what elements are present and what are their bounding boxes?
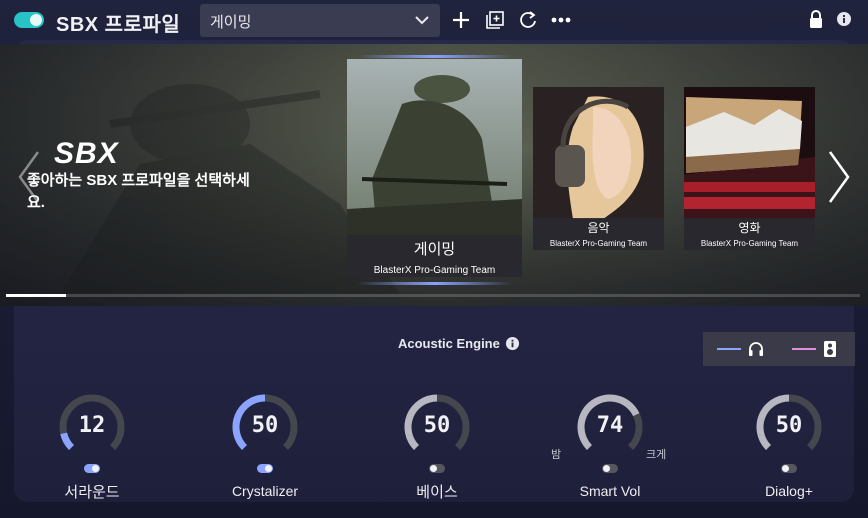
card-subtitle: BlasterX Pro-Gaming Team: [700, 239, 799, 248]
card-subtitle: BlasterX Pro-Gaming Team: [373, 265, 496, 276]
movie-card-caption: 영화 BlasterX Pro-Gaming Team: [684, 218, 815, 250]
carousel-progress-track: [6, 294, 860, 297]
chevron-down-icon: [414, 12, 430, 28]
music-card-caption: 음악 BlasterX Pro-Gaming Team: [533, 218, 664, 250]
dialog-plus-label: Dialog+: [765, 483, 813, 499]
knob-value: 50: [251, 413, 279, 438]
knob-crystalizer[interactable]: 50: [230, 392, 300, 462]
card-subtitle: BlasterX Pro-Gaming Team: [549, 239, 648, 248]
toggle-knob: [265, 465, 272, 472]
reset-profile-icon[interactable]: [517, 9, 539, 31]
smart-vol-toggle[interactable]: [602, 464, 618, 473]
acoustic-info-icon[interactable]: [505, 336, 520, 351]
surround-toggle[interactable]: [84, 464, 100, 473]
more-options-icon[interactable]: [550, 9, 572, 31]
duplicate-profile-icon[interactable]: [484, 9, 506, 31]
crystalizer-label: Crystalizer: [231, 483, 299, 499]
carousel-prev-arrow-icon[interactable]: [16, 150, 44, 204]
gaming-card-caption: 게이밍 BlasterX Pro-Gaming Team: [347, 235, 522, 277]
smart-vol-night-label: 밤: [551, 449, 562, 461]
headphones-icon: [747, 340, 765, 358]
speaker-icon: [823, 340, 837, 358]
bass-toggle[interactable]: [429, 464, 445, 473]
top-bar: SBX 프로파일 게이밍: [0, 0, 868, 42]
carousel-progress-fill: [6, 294, 66, 297]
knob-value: 74: [596, 413, 624, 438]
knob-bass[interactable]: 50: [402, 392, 472, 462]
profile-dropdown[interactable]: 게이밍: [200, 4, 440, 37]
knob-smart-vol[interactable]: 74: [575, 392, 645, 462]
profile-dropdown-value: 게이밍: [210, 14, 252, 31]
bass-label: 베이스: [416, 484, 458, 501]
card-title: 게이밍: [413, 241, 456, 258]
acoustic-engine-title: Acoustic Engine: [398, 336, 500, 351]
sbx-logo: SBX: [54, 137, 119, 170]
surround-label: 서라운드: [64, 484, 120, 501]
knob-value: 50: [775, 413, 803, 438]
lock-icon[interactable]: [806, 9, 826, 29]
smart-vol-label: Smart Vol: [579, 483, 641, 499]
app-title: SBX 프로파일: [56, 14, 181, 36]
smart-vol-loud-label: 크게: [646, 449, 667, 461]
card-title: 음악: [587, 221, 610, 235]
selected-card-glow-bottom: [357, 282, 512, 285]
music-card-image: [533, 87, 664, 219]
knob-surround[interactable]: 12: [57, 392, 127, 462]
gaming-card-image: [347, 59, 522, 237]
card-title: 영화: [738, 221, 761, 235]
toggle-knob: [430, 465, 437, 472]
knob-dialog-plus[interactable]: 50: [754, 392, 824, 462]
headphones-legend-line: [717, 348, 741, 350]
profile-card-gaming[interactable]: 게이밍 BlasterX Pro-Gaming Team: [347, 59, 522, 277]
profile-card-music[interactable]: 음악 BlasterX Pro-Gaming Team: [533, 87, 664, 250]
profile-card-movie[interactable]: 영화 BlasterX Pro-Gaming Team: [684, 87, 815, 250]
sbx-enable-toggle[interactable]: [14, 12, 44, 28]
info-icon[interactable]: [836, 11, 852, 27]
dialog-plus-toggle[interactable]: [781, 464, 797, 473]
toggle-knob: [92, 465, 99, 472]
knob-value: 50: [423, 413, 451, 438]
carousel-next-arrow-icon[interactable]: [824, 150, 852, 204]
output-device-legend: [703, 332, 855, 366]
crystalizer-toggle[interactable]: [257, 464, 273, 473]
carousel-description: 좋아하는 SBX 프로파일을 선택하세요.: [27, 172, 250, 211]
knob-value: 12: [78, 413, 106, 438]
movie-card-image: [684, 87, 815, 219]
speaker-legend-line: [792, 348, 816, 350]
profile-carousel: SBX 좋아하는 SBX 프로파일을 선택하세요. 게이밍 BlasterX P…: [0, 44, 868, 306]
toggle-knob: [782, 465, 789, 472]
selected-card-glow-top: [357, 55, 512, 58]
toggle-knob: [603, 465, 610, 472]
add-profile-icon[interactable]: [450, 9, 472, 31]
